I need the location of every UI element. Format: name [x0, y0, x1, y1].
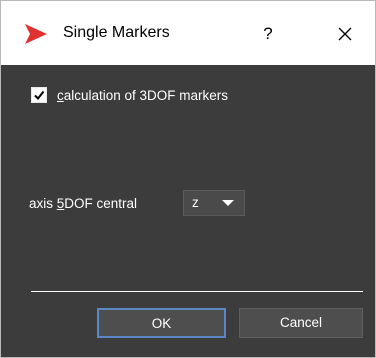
calc-3dof-option[interactable]: calculation of 3DOF markers [31, 85, 228, 105]
cancel-button[interactable]: Cancel [239, 308, 363, 338]
separator [31, 291, 363, 292]
chevron-down-icon [222, 200, 234, 206]
axis-5dof-label: axis 5DOF central [29, 196, 137, 211]
checkmark-icon [34, 90, 45, 101]
window-title: Single Markers [63, 24, 170, 41]
axis-5dof-value: z [192, 195, 199, 210]
dialog-body: calculation of 3DOF markers axis 5DOF ce… [1, 65, 375, 357]
calc-3dof-mnemonic: c [57, 87, 64, 103]
title-bar: Single Markers ? [1, 1, 375, 65]
ok-button[interactable]: OK [97, 308, 226, 338]
axis-5dof-label-pre: axis [29, 196, 57, 211]
dialog-window: Single Markers ? calculation of 3DOF mar… [0, 0, 376, 358]
axis-5dof-label-post: DOF central [64, 196, 138, 211]
calc-3dof-checkbox[interactable] [31, 87, 47, 103]
axis-5dof-dropdown[interactable]: z [183, 190, 245, 216]
close-icon [338, 27, 352, 41]
close-button[interactable] [323, 17, 367, 51]
help-button[interactable]: ? [247, 17, 289, 51]
app-logo-icon [25, 24, 47, 44]
calc-3dof-label[interactable]: calculation of 3DOF markers [57, 88, 228, 103]
calc-3dof-label-rest: alculation of 3DOF markers [63, 87, 229, 103]
